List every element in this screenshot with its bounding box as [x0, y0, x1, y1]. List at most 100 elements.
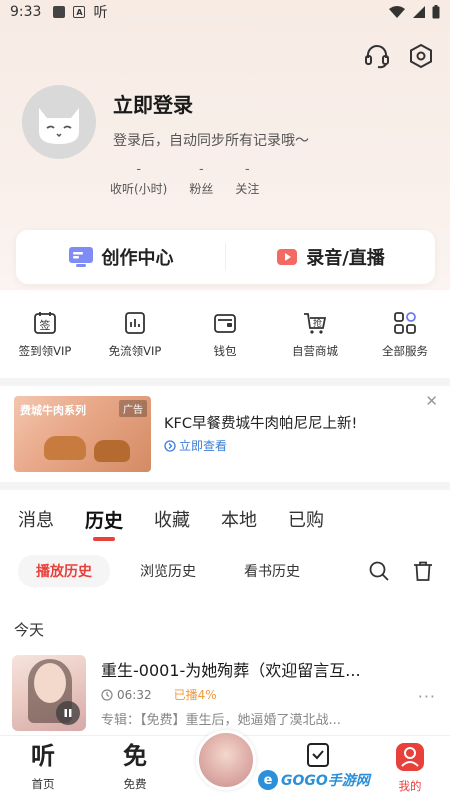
- clock-icon: [101, 688, 113, 701]
- stat-value: -: [245, 162, 250, 177]
- signal-icon: [413, 6, 425, 18]
- now-playing-disc[interactable]: [196, 730, 256, 790]
- service-shop[interactable]: 抢 自营商城: [270, 310, 360, 370]
- trash-icon[interactable]: [412, 560, 434, 582]
- profile-icon: [396, 743, 424, 771]
- watermark-logo: e: [258, 770, 278, 790]
- data-free-icon: [122, 310, 148, 336]
- subtab-bar: 播放历史 浏览历史 看书历史: [18, 555, 438, 587]
- app-notification-glyph: 听: [93, 5, 108, 21]
- burger-shape: [94, 440, 130, 462]
- tab-local[interactable]: 本地: [221, 506, 257, 533]
- service-all[interactable]: 全部服务: [360, 310, 450, 370]
- burger-shape: [44, 436, 86, 460]
- history-item[interactable]: 重生-0001-为她殉葬（欢迎留言互... 06:32 已播4% 专辑：【免费】…: [12, 655, 442, 735]
- service-wallet[interactable]: 钱包: [180, 310, 270, 370]
- ad-image-brand: 费城牛肉系列: [20, 404, 86, 417]
- bottom-nav: 听 首页 免 免费 我的 e GOGO手游网: [0, 730, 450, 800]
- stat-listen-hours[interactable]: - 收听(小时): [110, 162, 167, 197]
- profile-stats: - 收听(小时) - 粉丝 - 关注: [110, 162, 281, 197]
- stat-label: 收听(小时): [110, 182, 168, 196]
- cover-figure: [34, 663, 66, 703]
- service-label: 钱包: [213, 344, 237, 358]
- sign-in-icon: 签: [32, 310, 58, 336]
- login-subtitle: 登录后，自动同步所有记录哦～: [113, 133, 309, 149]
- shop-cart-icon: 抢: [302, 310, 328, 336]
- link-arrow-icon: [164, 439, 176, 452]
- ad-tag: 广告: [119, 400, 147, 417]
- ad-view-link[interactable]: 立即查看: [164, 437, 227, 454]
- stat-value: -: [136, 162, 142, 177]
- battery-icon: [432, 5, 440, 19]
- creator-center-label: 创作中心: [101, 248, 174, 269]
- tab-bar: 消息 历史 收藏 本地 已购: [0, 506, 450, 541]
- episode-title[interactable]: 重生-0001-为她殉葬（欢迎留言互...: [101, 657, 361, 681]
- creation-card: 创作中心 录音/直播: [16, 230, 435, 284]
- all-services-icon: [392, 310, 418, 336]
- customer-service-icon[interactable]: [363, 42, 391, 70]
- tab-history[interactable]: 历史: [85, 506, 123, 541]
- status-bar: 9:33 A 听: [0, 0, 450, 24]
- subscribe-icon: [307, 743, 329, 767]
- ad-link-label: 立即查看: [179, 439, 228, 453]
- sign-in-glyph: 签: [40, 318, 51, 332]
- avatar[interactable]: [22, 85, 96, 159]
- service-label: 免流领VIP: [108, 344, 162, 358]
- cat-avatar-icon: [39, 108, 79, 144]
- stat-label: 关注: [235, 182, 260, 196]
- a-badge-icon: A: [73, 6, 86, 18]
- ad-title[interactable]: KFC早餐费城牛肉帕尼尼上新!: [164, 412, 357, 433]
- section-today: 今天: [14, 621, 45, 639]
- status-time: 9:33: [10, 4, 42, 20]
- service-sign-in-vip[interactable]: 签 签到领VIP: [0, 310, 90, 370]
- more-options-icon[interactable]: ···: [418, 687, 436, 706]
- ad-banner[interactable]: 费城牛肉系列 广告 KFC早餐费城牛肉帕尼尼上新! 立即查看 ✕: [0, 386, 450, 482]
- settings-icon[interactable]: [407, 42, 435, 70]
- stat-value: -: [199, 162, 204, 177]
- record-live-button[interactable]: 录音/直播: [226, 244, 435, 270]
- video-record-icon: [277, 249, 298, 265]
- ad-close-icon[interactable]: ✕: [425, 392, 438, 410]
- service-label: 签到领VIP: [18, 344, 72, 358]
- record-live-label: 录音/直播: [306, 248, 385, 269]
- watermark-text: GOGO手游网: [281, 773, 370, 789]
- episode-meta: 06:32 已播4%: [101, 686, 217, 703]
- nav-free[interactable]: 免 免费: [105, 742, 165, 792]
- tab-messages[interactable]: 消息: [18, 506, 54, 533]
- episode-duration: 06:32: [117, 687, 152, 702]
- nav-label: 我的: [398, 779, 422, 793]
- nav-mine[interactable]: 我的: [380, 742, 440, 794]
- subtab-browse-history[interactable]: 浏览历史: [122, 555, 214, 587]
- stat-following[interactable]: - 关注: [235, 162, 259, 197]
- subtab-play-history[interactable]: 播放历史: [18, 555, 110, 587]
- section-divider: [0, 482, 450, 490]
- service-label: 自营商城: [292, 344, 338, 358]
- tab-purchased[interactable]: 已购: [288, 506, 324, 533]
- home-glyph-icon: 听: [31, 742, 55, 770]
- pause-icon[interactable]: [56, 701, 80, 725]
- nav-label: 免费: [123, 777, 147, 791]
- nav-label: 首页: [31, 777, 55, 791]
- nav-home[interactable]: 听 首页: [13, 742, 73, 792]
- creator-center-button[interactable]: 创作中心: [16, 244, 225, 270]
- subtab-read-history[interactable]: 看书历史: [226, 555, 318, 587]
- played-progress: 已播4%: [173, 688, 217, 702]
- notification-icon: [53, 6, 66, 18]
- stat-label: 粉丝: [189, 182, 214, 196]
- tab-favorites[interactable]: 收藏: [154, 506, 190, 533]
- search-icon[interactable]: [368, 560, 390, 582]
- shop-glyph: 抢: [313, 317, 322, 329]
- stat-fans[interactable]: - 粉丝: [189, 162, 213, 197]
- wallet-icon: [212, 310, 238, 336]
- section-divider: [0, 378, 450, 386]
- free-glyph-icon: 免: [123, 742, 147, 770]
- login-title[interactable]: 立即登录: [113, 89, 193, 118]
- album-cover[interactable]: [12, 655, 86, 731]
- album-name: 专辑：【免费】重生后，她逼婚了漠北战...: [101, 713, 341, 728]
- monitor-icon: [68, 247, 93, 267]
- ad-image[interactable]: 费城牛肉系列 广告: [14, 396, 151, 472]
- service-data-free-vip[interactable]: 免流领VIP: [90, 310, 180, 370]
- service-label: 全部服务: [382, 344, 428, 358]
- wifi-icon: [389, 6, 405, 18]
- services-row: 签 签到领VIP 免流领VIP 钱包 抢 自营商城 全部服务: [0, 310, 450, 370]
